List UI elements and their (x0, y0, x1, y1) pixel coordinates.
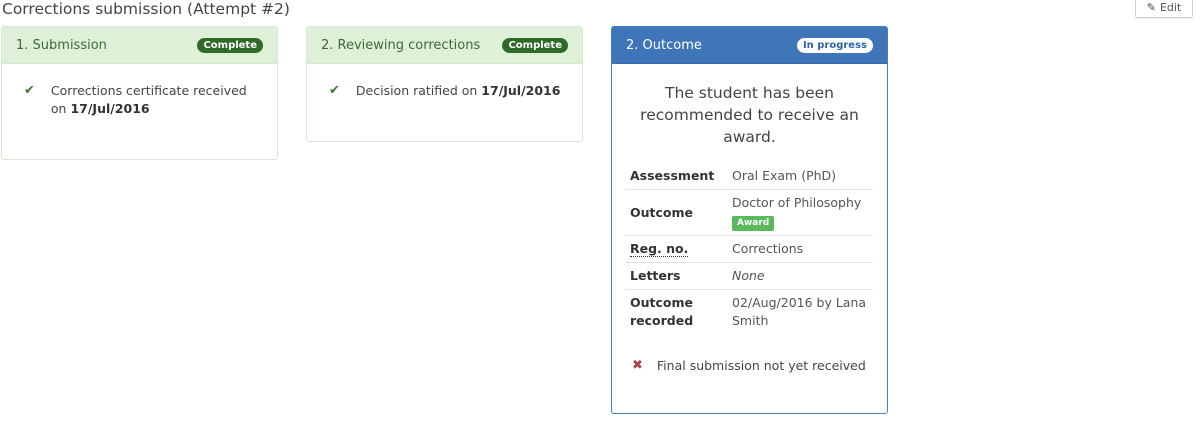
outcome-card-title: 2. Outcome (626, 37, 702, 53)
recorded-value: 02/Aug/2016 by Lana Smith (732, 295, 867, 328)
outcome-value-cell: Doctor of Philosophy Award (728, 189, 873, 236)
submission-card: 1. Submission Complete ✔ Corrections cer… (1, 26, 278, 160)
letters-value: None (728, 262, 873, 290)
pending-item: ✖ Final submission not yet received (632, 358, 866, 373)
table-row: Reg. no. Corrections (625, 235, 873, 263)
table-row: Outcome Doctor of Philosophy Award (625, 189, 873, 236)
outcome-card: 2. Outcome In progress The student has b… (611, 26, 888, 414)
table-row: Outcome recorded 02/Aug/2016 by Lana Smi… (625, 290, 873, 335)
letters-label: Letters (625, 262, 728, 290)
reviewing-item: ✔ Decision ratified on 17/Jul/2016 (329, 82, 564, 100)
award-badge: Award (732, 216, 775, 231)
pencil-icon: ✎ (1146, 0, 1156, 14)
outcome-value: Doctor of Philosophy (732, 195, 862, 210)
check-icon: ✔ (329, 83, 340, 98)
status-badge: Complete (197, 37, 263, 53)
regno-value: Corrections (728, 235, 873, 263)
reviewing-card-title: 2. Reviewing corrections (321, 37, 481, 53)
cross-icon: ✖ (632, 358, 643, 373)
assessment-value: Oral Exam (PhD) (728, 163, 873, 190)
assessment-label: Assessment (625, 163, 728, 190)
submission-card-title: 1. Submission (16, 37, 107, 53)
submission-card-header: 1. Submission Complete (2, 27, 277, 64)
table-row: Letters None (625, 262, 873, 290)
recorded-label: Outcome recorded (630, 295, 694, 328)
submission-item-text: Corrections certificate received on 17/J… (50, 83, 247, 116)
outcome-details-table: Assessment Oral Exam (PhD) Outcome Docto… (625, 163, 873, 334)
page-title: Corrections submission (Attempt #2) (2, 0, 290, 18)
regno-label: Reg. no. (630, 241, 689, 257)
pending-item-text: Final submission not yet received (656, 358, 866, 373)
edit-button[interactable]: ✎ Edit (1135, 0, 1193, 18)
reviewing-item-text: Decision ratified on 17/Jul/2016 (355, 83, 561, 98)
outcome-card-header: 2. Outcome In progress (612, 27, 887, 64)
check-icon: ✔ (24, 83, 35, 98)
outcome-label: Outcome (625, 189, 728, 236)
reviewing-card: 2. Reviewing corrections Complete ✔ Deci… (306, 26, 583, 142)
edit-button-label: Edit (1159, 0, 1182, 14)
regno-label-cell: Reg. no. (625, 235, 728, 263)
reviewing-card-header: 2. Reviewing corrections Complete (307, 27, 582, 64)
table-row: Assessment Oral Exam (PhD) (625, 163, 873, 190)
status-badge: In progress (796, 37, 873, 53)
submission-item: ✔ Corrections certificate received on 17… (24, 82, 259, 118)
status-badge: Complete (502, 37, 568, 53)
